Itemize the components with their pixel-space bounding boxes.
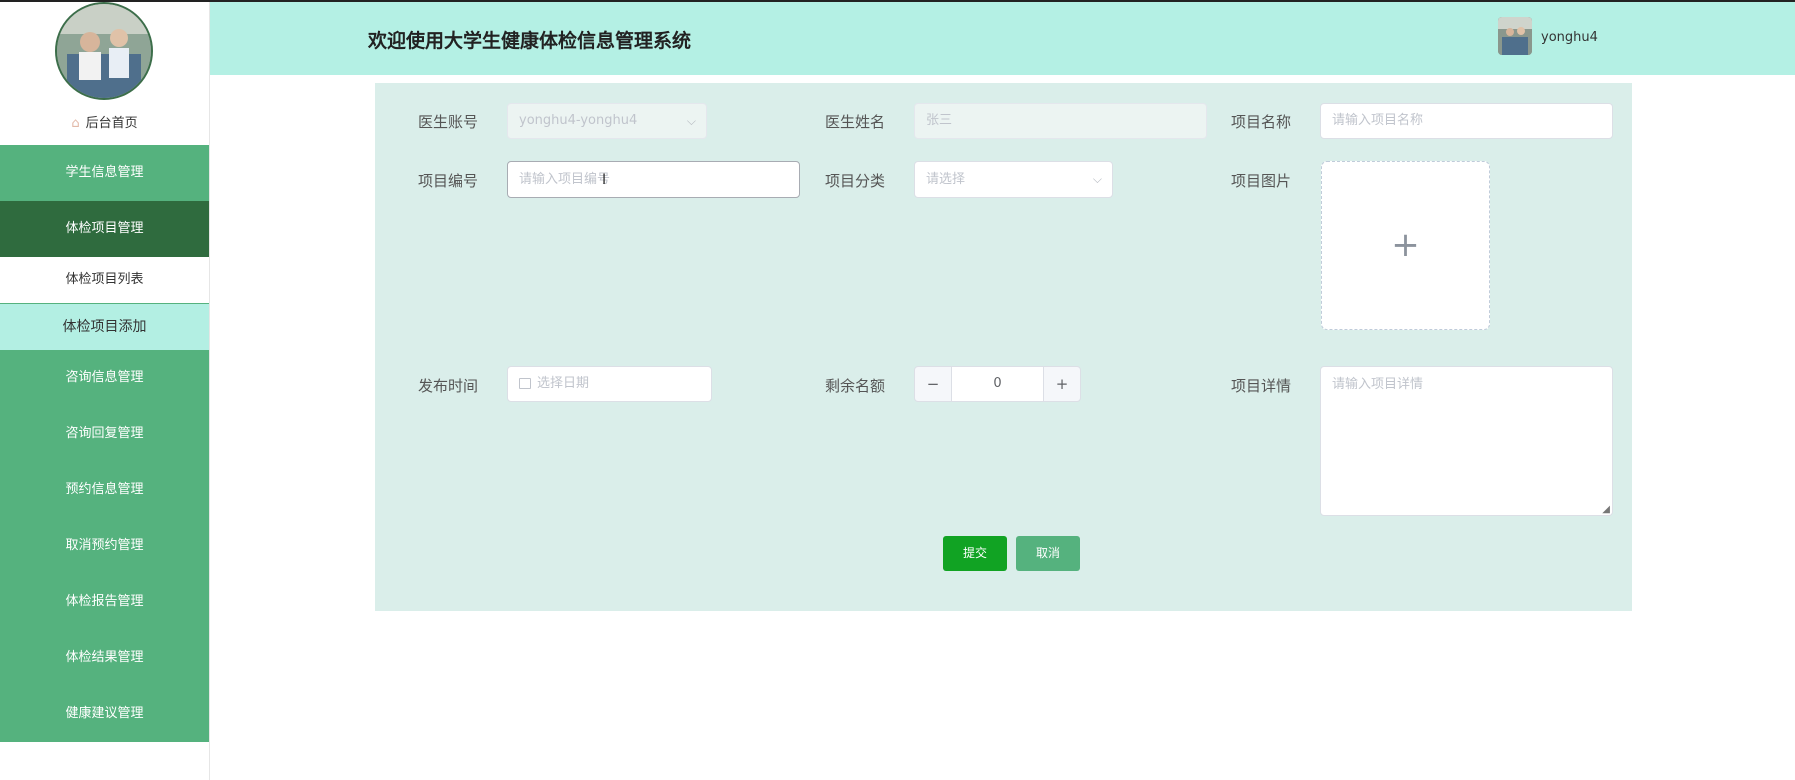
remaining-value: 0 [993, 376, 1002, 391]
decrement-button[interactable]: − [914, 366, 952, 402]
avatar-photo [57, 4, 151, 98]
sidebar-item-health-advice[interactable]: 健康建议管理 [0, 686, 209, 742]
sidebar-avatar [55, 2, 153, 100]
home-icon: ⌂ [71, 116, 80, 131]
user-avatar-photo [1498, 17, 1532, 55]
doctor-name-field: 张三 [914, 103, 1207, 139]
project-code-input[interactable]: 请输入项目编号 [507, 161, 800, 198]
sidebar-home-label: 后台首页 [85, 116, 138, 131]
sidebar: ⌂ 后台首页 学生信息管理 体检项目管理 体检项目列表 体检项目添加 咨询信息管理… [0, 2, 210, 780]
sidebar-item-consult-reply[interactable]: 咨询回复管理 [0, 406, 209, 462]
sidebar-subitem-project-list[interactable]: 体检项目列表 [0, 257, 209, 304]
username[interactable]: yonghu4 [1541, 30, 1598, 45]
project-name-input[interactable]: 请输入项目名称 [1320, 103, 1613, 139]
submit-button[interactable]: 提交 [943, 536, 1007, 571]
doctor-name-value: 张三 [926, 113, 953, 128]
label-details: 项目详情 [1231, 377, 1292, 395]
project-code-placeholder: 请输入项目编号 [519, 172, 611, 187]
increment-button[interactable]: + [1043, 366, 1081, 402]
label-doctor-account: 医生账号 [418, 113, 479, 131]
label-project-image: 项目图片 [1231, 172, 1292, 190]
project-details-placeholder: 请输入项目详情 [1332, 377, 1424, 392]
sidebar-item-cancel-appointment[interactable]: 取消预约管理 [0, 518, 209, 574]
label-doctor-name: 医生姓名 [825, 113, 886, 131]
project-details-textarea[interactable]: 请输入项目详情 ◢ [1320, 366, 1613, 516]
sidebar-item-report[interactable]: 体检报告管理 [0, 574, 209, 630]
sidebar-item-student-info[interactable]: 学生信息管理 [0, 145, 209, 201]
label-project-name: 项目名称 [1231, 113, 1292, 131]
label-publish-time: 发布时间 [418, 377, 479, 395]
sidebar-item-consult-info[interactable]: 咨询信息管理 [0, 350, 209, 406]
sidebar-subitem-project-add[interactable]: 体检项目添加 [0, 304, 209, 350]
calendar-icon [519, 378, 531, 389]
sidebar-home[interactable]: ⌂ 后台首页 [0, 112, 209, 131]
resize-handle-icon: ◢ [1602, 504, 1610, 515]
chevron-down-icon: ⌵ [686, 114, 696, 128]
chevron-down-icon: ⌵ [1092, 172, 1102, 186]
doctor-account-select: yonghu4-yonghu4 ⌵ [507, 103, 707, 139]
page-title: 欢迎使用大学生健康体检信息管理系统 [368, 30, 692, 52]
doctor-account-value: yonghu4-yonghu4 [519, 113, 638, 128]
sidebar-item-checkup-project[interactable]: 体检项目管理 [0, 201, 209, 257]
project-name-placeholder: 请输入项目名称 [1332, 113, 1424, 128]
user-avatar[interactable] [1498, 17, 1532, 55]
plus-icon: + [1391, 225, 1420, 265]
top-header: 欢迎使用大学生健康体检信息管理系统 yonghu4 [210, 2, 1795, 75]
project-image-upload[interactable]: + [1321, 161, 1490, 330]
text-cursor-icon: I [602, 172, 607, 188]
publish-time-datepicker[interactable]: 选择日期 [507, 366, 712, 402]
plus-icon: + [1055, 375, 1069, 393]
sidebar-item-result[interactable]: 体检结果管理 [0, 630, 209, 686]
remaining-stepper-input[interactable]: 0 [951, 366, 1044, 402]
project-category-select[interactable]: 请选择 ⌵ [914, 161, 1113, 198]
label-project-category: 项目分类 [825, 172, 886, 190]
sidebar-menu: 学生信息管理 体检项目管理 体检项目列表 体检项目添加 咨询信息管理 咨询回复管… [0, 145, 209, 742]
project-category-placeholder: 请选择 [926, 172, 966, 187]
label-remaining: 剩余名额 [825, 377, 886, 395]
minus-icon: − [926, 375, 940, 393]
sidebar-item-appointment[interactable]: 预约信息管理 [0, 462, 209, 518]
cancel-button[interactable]: 取消 [1016, 536, 1080, 571]
publish-time-placeholder: 选择日期 [537, 376, 590, 391]
label-project-code: 项目编号 [418, 172, 479, 190]
